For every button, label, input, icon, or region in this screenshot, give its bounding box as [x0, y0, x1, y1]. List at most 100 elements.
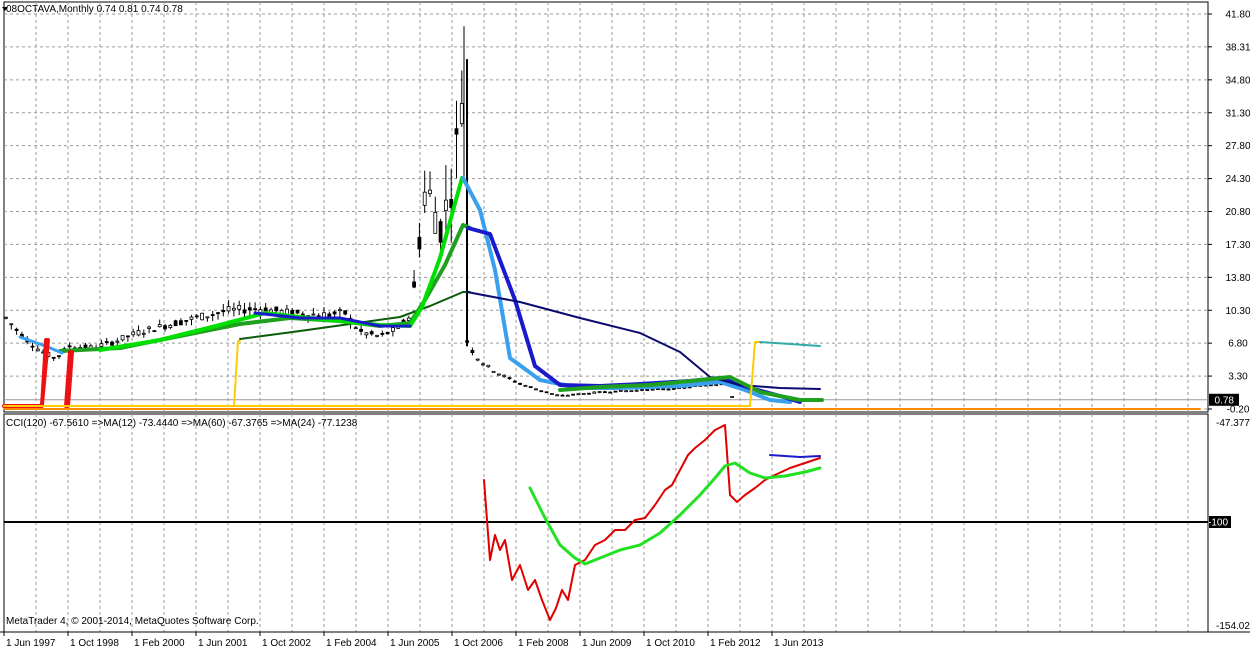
candle-body: [104, 341, 109, 343]
chart-canvas[interactable]: 41.80 38.31 34.80 31.30 27.80 24.30 20.80 17.30…: [0, 0, 1250, 651]
candle-body: [730, 396, 734, 398]
candle-body: [417, 236, 422, 250]
candle-body: [353, 327, 358, 330]
candle-body: [247, 307, 252, 311]
candle-body: [216, 312, 220, 315]
candle-body: [470, 349, 475, 354]
time-axis-label: 1 Oct 1998: [70, 638, 119, 649]
candle-body: [507, 377, 512, 380]
candle-body: [295, 309, 300, 314]
cci-level-label: -100: [1208, 518, 1228, 529]
candle-body: [475, 358, 480, 361]
candle-body: [666, 388, 671, 391]
time-axis-label: 1 Jun 2009: [582, 638, 632, 649]
candle-body: [57, 355, 61, 358]
candle-body: [634, 389, 639, 392]
candle-body: [210, 314, 215, 316]
candle-body: [178, 320, 183, 326]
copyright-footer: MetaTrader 4, © 2001-2014, MetaQuotes So…: [6, 616, 259, 627]
signal-red-line-2: [64, 350, 74, 408]
candle-body: [147, 326, 152, 329]
time-axis-label: 1 Oct 2006: [454, 638, 503, 649]
signal-red-line-1: [2, 338, 50, 408]
candle-body: [528, 386, 533, 389]
candle-body: [35, 348, 40, 352]
time-axis-label: 1 Oct 2010: [646, 638, 695, 649]
candle-body: [369, 331, 374, 335]
candle-body: [523, 384, 528, 387]
candle-body: [555, 394, 560, 397]
candle-body: [496, 373, 501, 376]
current-price-label: 0.78: [1215, 395, 1235, 406]
candle-body: [618, 389, 623, 392]
candle-body: [67, 345, 72, 348]
candle-body: [587, 392, 591, 395]
candle-body: [131, 331, 136, 336]
candle-body: [141, 332, 146, 335]
cci-axis-top-label: -47.3775: [1216, 418, 1250, 429]
candle-body: [454, 128, 459, 135]
price-tick-label: 27.80: [1225, 141, 1250, 152]
cyan-line: [759, 341, 821, 347]
candle-body: [152, 330, 157, 333]
candle-body: [136, 330, 141, 336]
candle-body: [640, 389, 644, 391]
candle-body: [14, 328, 19, 331]
time-axis-label: 1 Feb 2012: [710, 638, 761, 649]
candle-body: [544, 391, 549, 394]
candle-body: [327, 313, 332, 317]
time-axis-label: 1 Feb 2004: [326, 638, 377, 649]
candle-body: [576, 393, 581, 396]
cci-ma-blue-line: [769, 454, 821, 458]
candle-body: [332, 311, 337, 315]
candle-body: [518, 382, 522, 385]
time-axis-label: 1 Jun 1997: [6, 638, 56, 649]
candle-body: [205, 316, 210, 319]
candle-body: [242, 309, 247, 314]
candle-body: [274, 306, 279, 312]
candle-body: [30, 345, 35, 348]
candle-body: [375, 335, 379, 337]
candle-body: [364, 332, 369, 336]
candle-body: [613, 390, 618, 393]
price-tick-label: 3.30: [1228, 372, 1248, 383]
time-axis-label: 1 Jun 2005: [390, 638, 440, 649]
candle-body: [173, 320, 178, 327]
price-tick-label: 41.80: [1225, 10, 1250, 21]
candle-body: [459, 103, 464, 125]
candle-body: [571, 393, 575, 396]
candle-body: [560, 394, 565, 397]
candle-body: [51, 356, 56, 359]
candle-body: [343, 310, 348, 315]
candle-body: [645, 389, 650, 392]
indicator-header: CCI(120) -67.5610 =>MA(12) -73.4440 =>MA…: [6, 418, 358, 429]
candle-body: [168, 324, 173, 328]
main-chart-frame: [3, 1, 1209, 413]
candle-body: [231, 307, 236, 311]
candle-body: [512, 380, 517, 383]
candle-body: [184, 320, 189, 322]
candle-body: [422, 191, 427, 206]
candle-body: [226, 306, 231, 312]
candle-body: [359, 328, 364, 332]
candle-body: [581, 393, 586, 395]
price-tick-label: 17.30: [1225, 240, 1250, 251]
candle-body: [534, 388, 538, 391]
candle-body: [661, 388, 666, 391]
candle-body: [539, 390, 544, 393]
candle-body: [115, 340, 120, 343]
price-tick-label: 24.30: [1225, 174, 1250, 185]
candle-body: [592, 391, 597, 394]
candle-body: [200, 312, 205, 321]
time-axis-label: 1 Jun 2013: [774, 638, 824, 649]
candle-body: [603, 391, 607, 394]
price-tick-label: 38.31: [1225, 42, 1250, 53]
candle-body: [189, 316, 194, 320]
cci-axis-bottom-label: -154.023: [1216, 621, 1250, 632]
time-axis-label: 1 Jun 2001: [198, 638, 248, 649]
candle-body: [99, 343, 104, 347]
candle-body: [126, 335, 130, 338]
main-chart-header: 08OCTAVA,Monthly 0.74 0.81 0.74 0.78: [6, 4, 183, 15]
candle-body: [4, 316, 8, 319]
candle-body: [486, 364, 491, 368]
